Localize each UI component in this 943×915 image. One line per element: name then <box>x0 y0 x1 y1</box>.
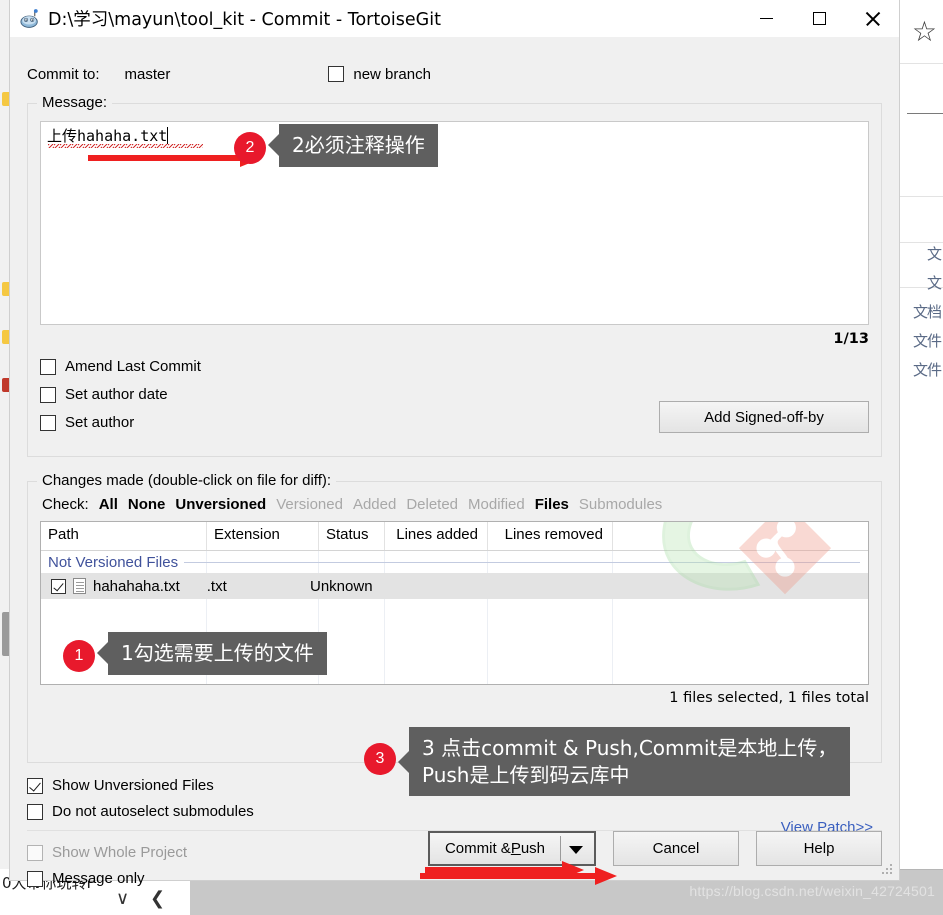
file-list-body: Not Versioned Files hahahaha.txt .txt Un… <box>41 522 868 684</box>
file-group-divider <box>184 562 860 563</box>
annotation-text-1: 1勾选需要上传的文件 <box>97 632 327 675</box>
amend-last-commit-checkbox[interactable]: Amend Last Commit <box>40 358 869 375</box>
check-label: Check: <box>42 496 89 513</box>
table-row[interactable]: hahahaha.txt .txt Unknown <box>41 573 868 599</box>
amend-last-commit-label: Amend Last Commit <box>65 358 201 375</box>
file-group-header: Not Versioned Files <box>41 551 868 573</box>
check-link-added[interactable]: Added <box>353 496 396 513</box>
tortoisegit-icon <box>19 8 41 29</box>
close-button[interactable] <box>846 0 899 37</box>
check-link-all[interactable]: All <box>99 496 118 513</box>
star-icon[interactable]: ☆ <box>912 18 937 46</box>
chevron-left-icon[interactable]: ❮ <box>150 888 165 909</box>
column-header-extension[interactable]: Extension <box>207 522 319 550</box>
file-status: Unknown <box>310 577 373 595</box>
maximize-icon <box>813 12 826 25</box>
annotation-text-3: 3 点击commit & Push,Commit是本地上传， Push是上传到码… <box>397 727 851 797</box>
column-header-lines-added[interactable]: Lines added <box>385 522 488 550</box>
maximize-button[interactable] <box>793 0 846 37</box>
show-unversioned-files-label: Show Unversioned Files <box>52 777 214 794</box>
commit-message-text: 上传hahaha.txt <box>47 127 168 145</box>
message-char-counter: 1/13 <box>833 331 869 347</box>
check-link-none[interactable]: None <box>128 496 166 513</box>
check-link-files[interactable]: Files <box>535 496 569 513</box>
checkbox-box <box>328 66 345 82</box>
backdrop-text: 文件 <box>912 332 942 350</box>
file-icon <box>73 578 86 594</box>
backdrop-text: 文档 <box>912 303 942 321</box>
annotation-tooltip-2: 2必须注释操作 <box>268 124 438 167</box>
do-not-autoselect-submodules-checkbox[interactable]: Do not autoselect submodules <box>27 803 882 820</box>
changes-group: Changes made (double-click on file for d… <box>27 472 882 763</box>
check-link-submodules[interactable]: Submodules <box>579 496 662 513</box>
checkbox-box <box>27 803 43 820</box>
commit-options: Amend Last Commit Set author date Set au… <box>40 358 869 433</box>
checkbox-box <box>40 358 56 375</box>
checkbox-box <box>27 777 43 794</box>
annotation-number-1: 1 <box>63 640 95 672</box>
file-path: hahahaha.txt <box>93 577 180 595</box>
commit-push-prefix: Commit & <box>444 840 511 857</box>
annotation-tooltip-3: 3 点击commit & Push,Commit是本地上传， Push是上传到码… <box>397 727 851 797</box>
file-group-header-label: Not Versioned Files <box>48 554 179 571</box>
annotation-number-3: 3 <box>364 743 396 775</box>
checkbox-box <box>27 870 43 887</box>
checkbox-box <box>40 414 56 431</box>
message-only-label: Message only <box>52 870 145 887</box>
title-bar: D:\学习\mayun\tool_kit - Commit - Tortoise… <box>10 0 899 37</box>
new-branch-label: new branch <box>353 65 431 83</box>
column-header-status[interactable]: Status <box>319 522 385 550</box>
check-link-unversioned[interactable]: Unversioned <box>175 496 266 513</box>
commit-to-row: Commit to: master new branch <box>27 59 882 89</box>
commit-push-suffix: ush <box>520 840 546 857</box>
commit-to-label: Commit to: <box>27 65 100 83</box>
column-header-path[interactable]: Path <box>41 522 207 550</box>
annotation-text-2: 2必须注释操作 <box>268 124 438 167</box>
file-extension: .txt <box>206 577 227 595</box>
commit-push-accelerator: P <box>510 840 521 857</box>
minimize-button[interactable] <box>740 0 793 37</box>
help-button[interactable]: Help <box>756 831 882 866</box>
backdrop-text: 文 <box>926 274 942 292</box>
annotation-badge-3: 3 <box>364 743 396 775</box>
window-controls <box>740 0 899 37</box>
window-title: D:\学习\mayun\tool_kit - Commit - Tortoise… <box>48 10 441 30</box>
backdrop-text: 文件 <box>912 361 942 379</box>
file-list-header: Path Extension Status Lines added Lines … <box>41 522 868 551</box>
minimize-icon <box>760 17 773 20</box>
annotation-badge-1: 1 <box>63 640 95 672</box>
check-link-modified[interactable]: Modified <box>468 496 525 513</box>
text-caret <box>167 127 169 144</box>
checkbox-box <box>40 386 56 403</box>
backdrop-text: 文 <box>926 245 942 263</box>
set-author-date-label: Set author date <box>65 386 168 403</box>
changes-legend: Changes made (double-click on file for d… <box>37 472 337 489</box>
new-branch-checkbox[interactable]: new branch <box>328 66 431 83</box>
cancel-button[interactable]: Cancel <box>613 831 739 866</box>
chevron-down-icon[interactable]: ∨ <box>116 888 129 909</box>
commit-to-branch-value[interactable]: master <box>125 66 171 83</box>
column-header-lines-removed[interactable]: Lines removed <box>488 522 613 550</box>
resize-grip[interactable] <box>882 864 894 876</box>
check-link-versioned[interactable]: Versioned <box>276 496 343 513</box>
annotation-number-2: 2 <box>234 132 266 164</box>
button-split-divider <box>560 836 561 861</box>
file-checkbox[interactable] <box>51 578 66 594</box>
message-legend: Message: <box>37 94 113 111</box>
annotation-arrow-bottom <box>420 866 620 886</box>
annotation-badge-2: 2 <box>234 132 266 164</box>
close-icon <box>864 10 881 27</box>
set-author-label: Set author <box>65 414 135 431</box>
files-total-label: 1 files selected, 1 files total <box>669 690 869 706</box>
add-signed-off-by-button[interactable]: Add Signed-off-by <box>659 401 869 433</box>
check-link-deleted[interactable]: Deleted <box>406 496 458 513</box>
check-filter-row: Check: All None Unversioned Versioned Ad… <box>42 496 869 513</box>
annotation-tooltip-1: 1勾选需要上传的文件 <box>97 632 327 675</box>
do-not-autoselect-submodules-label: Do not autoselect submodules <box>52 803 254 820</box>
chevron-down-icon[interactable] <box>569 845 583 854</box>
